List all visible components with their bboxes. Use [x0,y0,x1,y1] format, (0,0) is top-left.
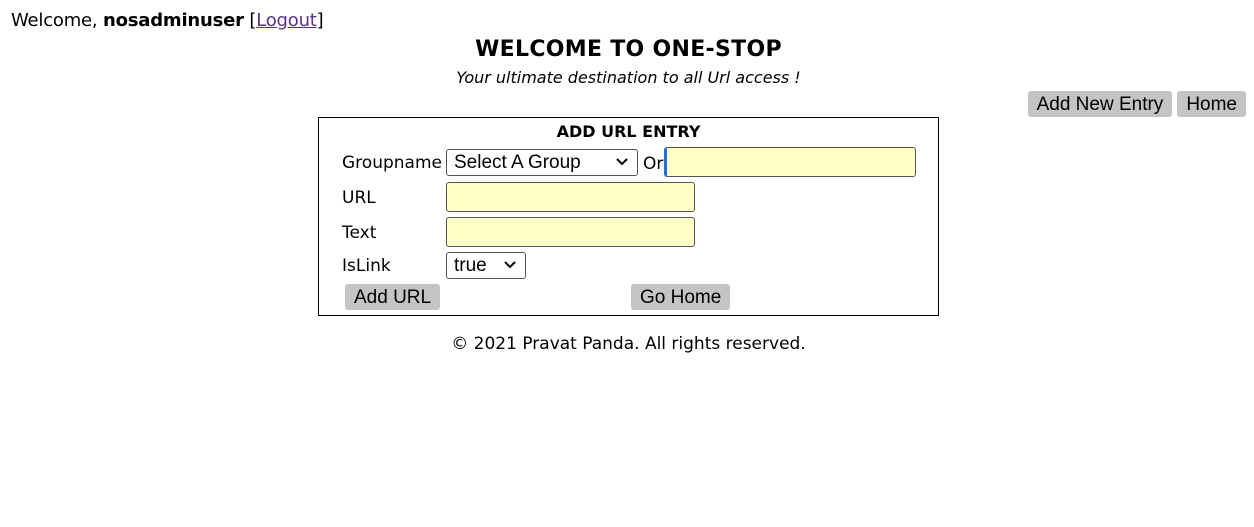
chevron-down-icon [616,158,628,166]
group-select[interactable]: Select A Group [446,149,638,176]
islink-label: IsLink [342,256,391,276]
top-button-bar: Add New Entry Home [1027,91,1246,117]
username: nosadminuser [102,10,244,31]
welcome-line: Welcome, nosadminuser [Logout] [11,10,324,32]
welcome-prefix: Welcome, [11,10,103,31]
home-button[interactable]: Home [1177,91,1246,117]
islink-select-value: true [454,254,487,276]
groupname-label: Groupname [342,153,442,173]
logout-link[interactable]: Logout [256,10,317,31]
add-url-button[interactable]: Add URL [345,284,441,310]
url-label: URL [342,188,376,208]
new-group-input[interactable] [664,147,916,177]
form-title: ADD URL ENTRY [556,122,701,141]
url-input[interactable] [446,182,695,212]
chevron-down-icon [504,261,516,269]
add-url-form: ADD URL ENTRY Groupname Select A Group O… [318,117,939,316]
bracket-close: ] [316,10,324,31]
add-new-entry-button[interactable]: Add New Entry [1027,91,1173,117]
group-select-value: Select A Group [454,151,581,173]
go-home-button[interactable]: Go Home [631,284,731,310]
text-label: Text [342,223,377,243]
text-input[interactable] [446,217,695,247]
page-title: WELCOME TO ONE-STOP [475,37,782,62]
page-subtitle: Your ultimate destination to all Url acc… [456,68,801,87]
islink-select[interactable]: true [446,252,526,279]
or-label: Or [643,154,664,174]
footer-copyright: © 2021 Pravat Panda. All rights reserved… [451,334,806,354]
